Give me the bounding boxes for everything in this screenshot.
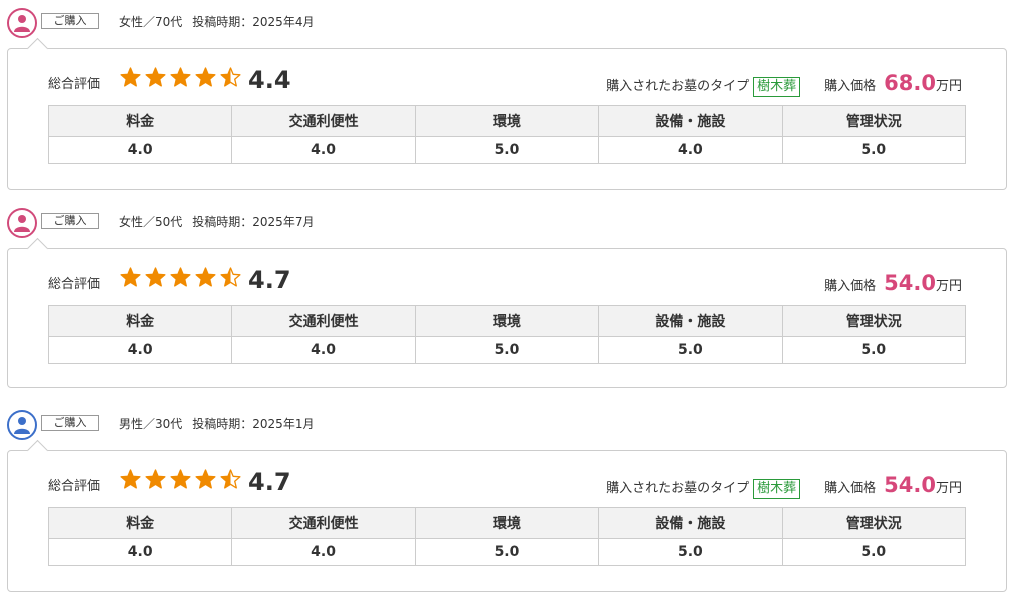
ratings-value-row: 4.0 4.0 5.0 4.0 5.0 [47, 136, 967, 164]
ratings-header-row: 料金 交通利便性 環境 設備・施設 管理状況 [47, 507, 967, 539]
grave-type-label: 購入されたお墓のタイプ [606, 481, 750, 496]
col-access: 交通利便性 [231, 305, 416, 337]
star-full-icon [170, 469, 191, 490]
purchase-info: 購入価格 54.0万円 [824, 271, 962, 299]
ratings-value-row: 4.0 4.0 5.0 5.0 5.0 [47, 336, 967, 364]
user-avatar-icon [7, 208, 37, 238]
ratings-table: 料金 交通利便性 環境 設備・施設 管理状況 4.0 4.0 5.0 5.0 5… [47, 305, 967, 364]
review-header: ご購入 男性／30代 投稿時期：2025年1月 [0, 410, 1015, 450]
purchase-info: 購入されたお墓のタイプ 樹木葬 購入価格 68.0万円 [606, 71, 962, 99]
star-full-icon [145, 267, 166, 288]
posted-date: 投稿時期：2025年1月 [192, 417, 315, 431]
star-full-icon [170, 267, 191, 288]
review-meta: 女性／70代 投稿時期：2025年4月 [119, 14, 314, 30]
star-full-icon [120, 267, 141, 288]
col-environment: 環境 [414, 507, 600, 539]
rating-environment: 5.0 [414, 336, 600, 364]
ratings-table: 料金 交通利便性 環境 設備・施設 管理状況 4.0 4.0 5.0 5.0 5… [47, 507, 967, 566]
posted-date: 投稿時期：2025年7月 [192, 215, 315, 229]
price-label: 購入価格 [824, 279, 877, 294]
posted-date: 投稿時期：2025年4月 [192, 15, 315, 29]
purchase-badge: ご購入 [41, 213, 99, 229]
price-unit: 万円 [935, 79, 962, 94]
ratings-header-row: 料金 交通利便性 環境 設備・施設 管理状況 [47, 305, 967, 337]
rating-management: 5.0 [781, 136, 967, 164]
review-card: 総合評価 4.4 購入されたお墓のタイプ 樹木葬 購入価格 68.0万円 料金 交通利… [7, 37, 1007, 190]
col-environment: 環境 [414, 105, 600, 137]
star-full-icon [145, 67, 166, 88]
review-card: 総合評価 4.7 購入されたお墓のタイプ 樹木葬 購入価格 54.0万円 料金 交通利… [7, 439, 1007, 592]
col-environment: 環境 [414, 305, 600, 337]
star-full-icon [195, 469, 216, 490]
rating-facilities: 5.0 [598, 538, 783, 566]
author-info: 女性／70代 [119, 15, 183, 29]
rating-access: 4.0 [231, 538, 416, 566]
rating-access: 4.0 [231, 136, 416, 164]
ratings-table: 料金 交通利便性 環境 設備・施設 管理状況 4.0 4.0 5.0 4.0 5… [47, 105, 967, 164]
rating-facilities: 5.0 [598, 336, 783, 364]
grave-type-tag: 樹木葬 [753, 77, 801, 97]
rating-access: 4.0 [231, 336, 416, 364]
price-value: 68.0 [884, 71, 936, 95]
col-access: 交通利便性 [231, 105, 416, 137]
user-avatar-icon [7, 410, 37, 440]
col-facilities: 設備・施設 [598, 507, 783, 539]
col-facilities: 設備・施設 [598, 105, 783, 137]
price-label: 購入価格 [824, 79, 877, 94]
grave-type-label: 購入されたお墓のタイプ [606, 79, 750, 94]
price-value: 54.0 [884, 271, 936, 295]
review-meta: 女性／50代 投稿時期：2025年7月 [119, 214, 314, 230]
overall-label: 総合評価 [48, 77, 101, 92]
overall-label: 総合評価 [48, 277, 101, 292]
star-full-icon [170, 67, 191, 88]
overall-label: 総合評価 [48, 479, 101, 494]
overall-score: 4.4 [248, 66, 291, 94]
rating-management: 5.0 [781, 336, 967, 364]
price-value: 54.0 [884, 473, 936, 497]
star-half-icon [220, 469, 241, 490]
price-label: 購入価格 [824, 481, 877, 496]
review-meta: 男性／30代 投稿時期：2025年1月 [119, 416, 314, 432]
star-full-icon [120, 67, 141, 88]
rating-management: 5.0 [781, 538, 967, 566]
col-facilities: 設備・施設 [598, 305, 783, 337]
grave-type-tag: 樹木葬 [753, 479, 801, 499]
col-management: 管理状況 [781, 507, 967, 539]
rating-fee: 4.0 [47, 336, 233, 364]
price-unit: 万円 [935, 481, 962, 496]
rating-environment: 5.0 [414, 538, 600, 566]
overall-score: 4.7 [248, 266, 291, 294]
rating-fee: 4.0 [47, 136, 233, 164]
star-full-icon [120, 469, 141, 490]
author-info: 女性／50代 [119, 215, 183, 229]
author-info: 男性／30代 [119, 417, 183, 431]
col-fee: 料金 [47, 305, 233, 337]
price-unit: 万円 [935, 279, 962, 294]
review-header: ご購入 女性／70代 投稿時期：2025年4月 [0, 8, 1015, 48]
review-card: 総合評価 4.7 購入価格 54.0万円 料金 交通利便性 環境 設備・施設 管理… [7, 237, 1007, 388]
col-fee: 料金 [47, 507, 233, 539]
rating-environment: 5.0 [414, 136, 600, 164]
star-full-icon [145, 469, 166, 490]
col-access: 交通利便性 [231, 507, 416, 539]
rating-facilities: 4.0 [598, 136, 783, 164]
rating-fee: 4.0 [47, 538, 233, 566]
user-avatar-icon [7, 8, 37, 38]
col-management: 管理状況 [781, 105, 967, 137]
star-full-icon [195, 267, 216, 288]
purchase-info: 購入されたお墓のタイプ 樹木葬 購入価格 54.0万円 [606, 473, 962, 501]
purchase-badge: ご購入 [41, 415, 99, 431]
overall-score: 4.7 [248, 468, 291, 496]
star-full-icon [195, 67, 216, 88]
ratings-header-row: 料金 交通利便性 環境 設備・施設 管理状況 [47, 105, 967, 137]
ratings-value-row: 4.0 4.0 5.0 5.0 5.0 [47, 538, 967, 566]
star-half-icon [220, 267, 241, 288]
star-half-icon [220, 67, 241, 88]
review-header: ご購入 女性／50代 投稿時期：2025年7月 [0, 208, 1015, 248]
purchase-badge: ご購入 [41, 13, 99, 29]
col-fee: 料金 [47, 105, 233, 137]
col-management: 管理状況 [781, 305, 967, 337]
